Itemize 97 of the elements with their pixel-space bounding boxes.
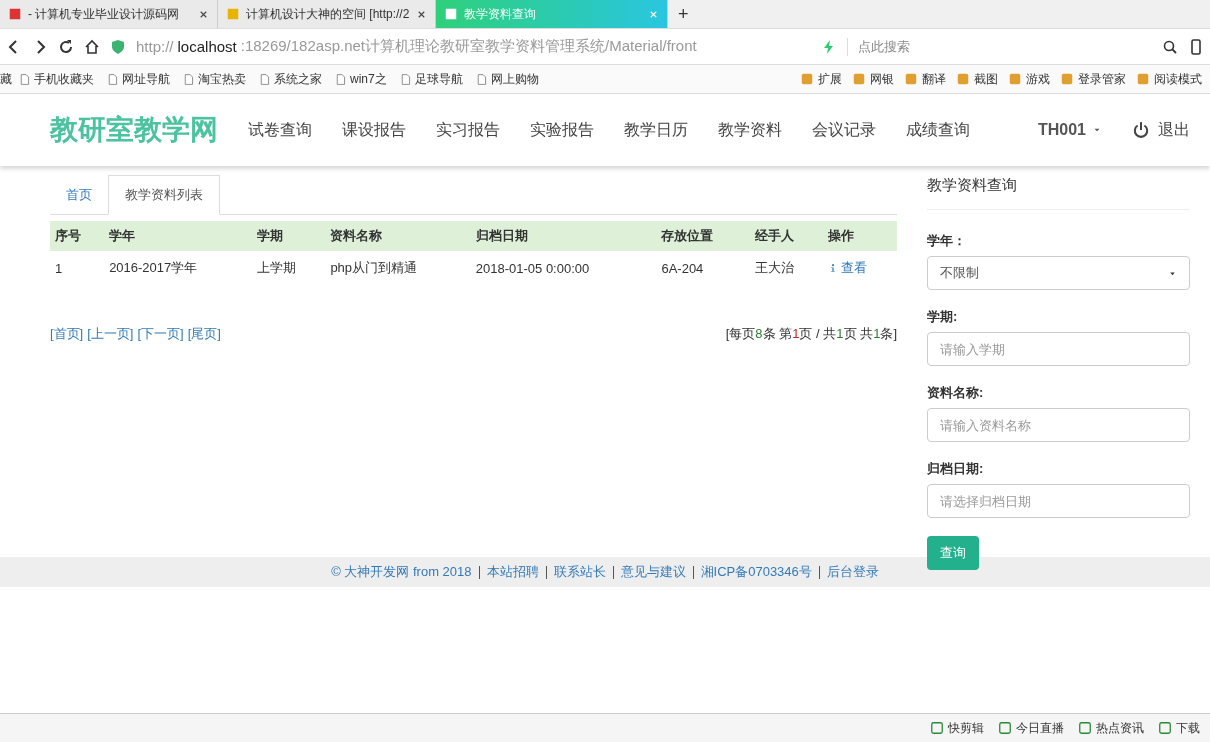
reload-icon — [58, 38, 74, 55]
tab-favicon-icon — [226, 7, 240, 21]
pager-link[interactable]: [上一页] — [87, 325, 134, 343]
status-icon — [998, 721, 1012, 735]
toolbar-button[interactable]: 阅读模式 — [1154, 70, 1202, 88]
page-icon — [334, 72, 347, 86]
search-field[interactable]: 点此搜索 — [858, 37, 1156, 56]
column-header: 操作 — [823, 221, 897, 251]
home-icon — [84, 38, 100, 55]
toolbar-icon — [1060, 72, 1074, 86]
toolbar-icon — [904, 72, 918, 86]
footer-link[interactable]: 后台登录 — [826, 563, 879, 581]
table-cell: 王大治 — [749, 251, 824, 285]
nav-link[interactable]: 试卷查询 — [248, 119, 312, 141]
toolbar-icon — [1136, 72, 1150, 86]
status-icon — [930, 721, 944, 735]
view-link[interactable]: 查看 — [828, 259, 868, 277]
footer-link[interactable]: 意见与建议 — [620, 563, 686, 581]
new-tab-button[interactable]: + — [668, 0, 699, 28]
column-header: 经手人 — [749, 221, 824, 251]
nav-link[interactable]: 教学日历 — [624, 119, 688, 141]
column-header: 资料名称 — [325, 221, 471, 251]
table-cell: 上学期 — [251, 251, 326, 285]
input-field[interactable]: 请选择归档日期 — [927, 484, 1190, 518]
tab-favicon-icon — [444, 7, 458, 21]
pager-link[interactable]: [尾页] — [187, 325, 221, 343]
page-icon — [106, 72, 119, 86]
pager-info: [每页8条 第1页 / 共1页 共1条] — [725, 325, 897, 343]
input-field[interactable]: 请输入学期 — [927, 332, 1190, 366]
toolbar-icon — [956, 72, 970, 86]
table-cell: 2018-01-05 0:00:00 — [470, 251, 657, 285]
status-button[interactable]: 下载 — [1176, 719, 1200, 737]
nav-link[interactable]: 成绩查询 — [906, 119, 970, 141]
field-label: 归档日期: — [927, 460, 985, 478]
bookmark-link[interactable]: 足球导航 — [414, 70, 463, 88]
field-label: 学年： — [927, 232, 967, 250]
footer-link[interactable]: 本站招聘 — [486, 563, 539, 581]
tab-favicon-icon — [8, 7, 22, 21]
year-select[interactable]: 不限制 — [927, 256, 1190, 290]
table-cell: 2016-2017学年 — [104, 251, 252, 285]
footer-link[interactable]: 联系站长 — [553, 563, 606, 581]
pager-link[interactable]: [下一页] — [137, 325, 184, 343]
column-header: 存放位置 — [656, 221, 750, 251]
column-header: 序号 — [50, 221, 105, 251]
table-cell: 6A-204 — [656, 251, 750, 285]
browser-tab[interactable]: 计算机设计大神的空间 [http://2 — [218, 0, 436, 28]
nav-link[interactable]: 教学资料 — [718, 119, 782, 141]
column-header: 学期 — [251, 221, 326, 251]
bookmark-link[interactable]: 手机收藏夹 — [34, 70, 94, 88]
table-cell: 1 — [50, 251, 105, 285]
toolbar-button[interactable]: 登录管家 — [1078, 70, 1126, 88]
bookmark-link[interactable]: 系统之家 — [274, 70, 322, 88]
status-button[interactable]: 快剪辑 — [948, 719, 984, 737]
toolbar-icon — [1008, 72, 1022, 86]
phone-icon — [1188, 38, 1204, 55]
status-icon — [1078, 721, 1092, 735]
field-label: 资料名称: — [927, 384, 985, 402]
pager-link[interactable]: [首页] — [50, 325, 84, 343]
toolbar-icon — [852, 72, 866, 86]
search-icon — [1162, 38, 1178, 55]
address-field[interactable]: http:// localhost :18269/182asp.net计算机理论教研室教学资料管理系统/Material/front — [136, 37, 811, 56]
nav-link[interactable]: 课设报告 — [342, 119, 406, 141]
status-button[interactable]: 热点资讯 — [1096, 719, 1144, 737]
field-label: 学期: — [927, 308, 959, 326]
status-icon — [1158, 721, 1172, 735]
status-button[interactable]: 今日直播 — [1016, 719, 1064, 737]
browser-tab[interactable]: - 计算机专业毕业设计源码网 — [0, 0, 218, 28]
column-header: 归档日期 — [470, 221, 657, 251]
nav-link[interactable]: 实习报告 — [436, 119, 500, 141]
bookmark-link[interactable]: win7之 — [350, 70, 387, 88]
logout-link[interactable]: 退出 — [1158, 119, 1190, 141]
toolbar-button[interactable]: 翻译 — [922, 70, 946, 88]
toolbar-button[interactable]: 游戏 — [1026, 70, 1050, 88]
toolbar-icon — [800, 72, 814, 86]
nav-link[interactable]: 实验报告 — [530, 119, 594, 141]
toolbar-button[interactable]: 截图 — [974, 70, 998, 88]
panel-title: 教学资料查询 — [927, 176, 1190, 210]
table-cell: php从门到精通 — [325, 251, 471, 285]
bookmark-link[interactable]: 网上购物 — [490, 70, 539, 88]
power-icon — [1132, 121, 1150, 139]
bookmark-link[interactable]: 淘宝热卖 — [198, 70, 246, 88]
column-header: 学年 — [104, 221, 252, 251]
footer-link[interactable]: 湘ICP备0703346号 — [700, 563, 812, 581]
bookmark-link[interactable]: 网址导航 — [122, 70, 170, 88]
user-menu[interactable]: TH001 — [1037, 121, 1086, 139]
page-tab[interactable]: 教学资料列表 — [108, 175, 220, 215]
page-icon — [258, 72, 271, 86]
nav-link[interactable]: 会议记录 — [812, 119, 876, 141]
page-tab[interactable]: 首页 — [50, 176, 108, 214]
shield-icon — [110, 38, 126, 55]
toolbar-button[interactable]: 网银 — [870, 70, 894, 88]
toolbar-button[interactable]: 扩展 — [818, 70, 842, 88]
copyright-text: © 大神开发网 from 2018 — [331, 563, 472, 581]
page-icon — [18, 72, 31, 86]
input-field[interactable]: 请输入资料名称 — [927, 408, 1190, 442]
page-icon — [182, 72, 195, 86]
bookmark-link[interactable]: 藏 — [0, 70, 12, 88]
